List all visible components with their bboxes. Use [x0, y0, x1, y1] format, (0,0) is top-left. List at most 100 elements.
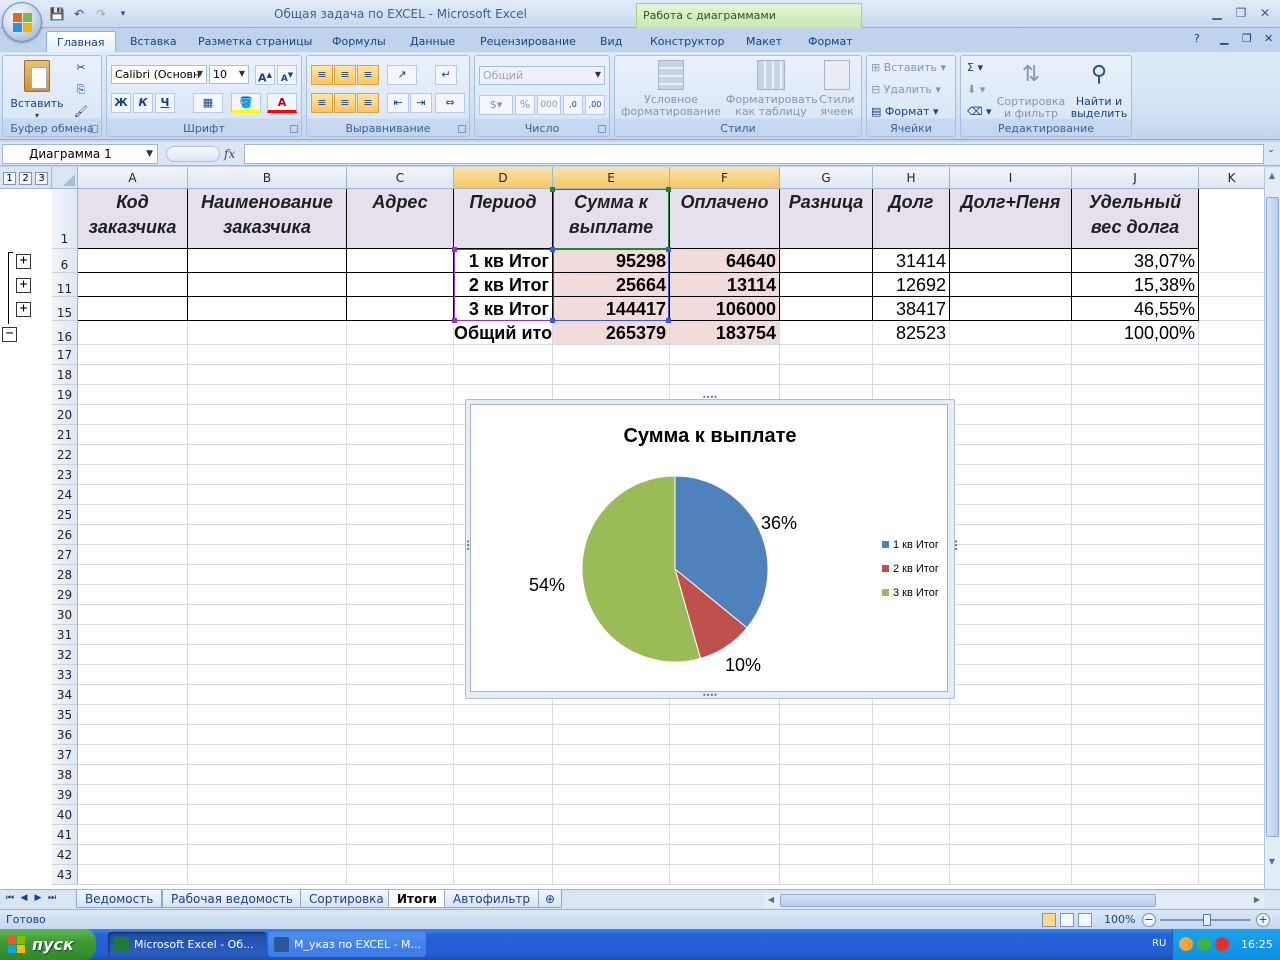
table-cell[interactable]: [1199, 765, 1265, 785]
paste-button[interactable]: Вставить ▾: [9, 60, 65, 120]
data-label-2[interactable]: 10%: [725, 655, 761, 676]
table-cell[interactable]: [347, 845, 454, 865]
table-cell[interactable]: [950, 425, 1072, 445]
row-header[interactable]: 43: [52, 865, 78, 885]
table-cell[interactable]: [188, 249, 347, 273]
table-cell[interactable]: [78, 765, 188, 785]
table-cell[interactable]: [780, 785, 873, 805]
minimize-icon[interactable]: ▁: [1206, 4, 1228, 22]
table-cell[interactable]: [78, 545, 188, 565]
table-cell[interactable]: [347, 805, 454, 825]
legend-item-2[interactable]: 2 кв Итог: [882, 563, 939, 575]
table-cell[interactable]: [347, 585, 454, 605]
sheet-tab-itogi[interactable]: Итоги: [388, 890, 446, 908]
help-icon[interactable]: ?: [1192, 30, 1202, 51]
table-cell[interactable]: [950, 585, 1072, 605]
table-cell[interactable]: [553, 725, 670, 745]
table-cell[interactable]: 31414: [873, 249, 950, 273]
table-cell[interactable]: [950, 321, 1072, 345]
table-cell[interactable]: [78, 865, 188, 885]
table-cell[interactable]: [1199, 685, 1265, 705]
chart-resize-handle[interactable]: ••••: [702, 393, 718, 402]
table-cell[interactable]: [1199, 249, 1265, 273]
range-handle[interactable]: [550, 187, 555, 192]
table-cell[interactable]: 106000: [670, 297, 780, 321]
table-cell[interactable]: 25664: [553, 273, 670, 297]
table-cell[interactable]: [78, 445, 188, 465]
table-cell[interactable]: [1072, 765, 1199, 785]
office-button[interactable]: [2, 2, 42, 42]
table-cell[interactable]: [188, 665, 347, 685]
table-cell[interactable]: [780, 345, 873, 365]
table-cell[interactable]: [78, 345, 188, 365]
row-header[interactable]: 19: [52, 385, 78, 405]
table-cell[interactable]: [188, 505, 347, 525]
row-header[interactable]: 32: [52, 645, 78, 665]
table-cell[interactable]: [670, 705, 780, 725]
table-cell[interactable]: 13114: [670, 273, 780, 297]
table-cell[interactable]: [347, 405, 454, 425]
table-cell[interactable]: [347, 665, 454, 685]
table-cell[interactable]: [454, 765, 553, 785]
insert-sheet-icon[interactable]: ⊕: [538, 890, 563, 908]
table-cell[interactable]: [950, 297, 1072, 321]
cell-styles-button[interactable]: Стили ячеек: [815, 60, 859, 118]
range-handle[interactable]: [550, 247, 555, 252]
header-cell[interactable]: Удельный вес долга: [1072, 189, 1199, 249]
table-cell[interactable]: [1199, 297, 1265, 321]
tray-arrow-icon[interactable]: [1179, 937, 1193, 951]
table-cell[interactable]: [873, 785, 950, 805]
table-cell[interactable]: [950, 845, 1072, 865]
table-cell[interactable]: [347, 705, 454, 725]
table-cell[interactable]: [873, 365, 950, 385]
table-cell[interactable]: [553, 845, 670, 865]
row-header[interactable]: 26: [52, 525, 78, 545]
expand-group-button[interactable]: +: [16, 254, 31, 269]
row-header[interactable]: 11: [52, 273, 78, 297]
table-cell[interactable]: [1072, 745, 1199, 765]
table-cell[interactable]: [1199, 321, 1265, 345]
table-cell[interactable]: 2 кв Итог: [454, 273, 553, 297]
table-cell[interactable]: [78, 605, 188, 625]
table-cell[interactable]: 95298: [553, 249, 670, 273]
range-handle[interactable]: [666, 318, 671, 323]
row-header[interactable]: 17: [52, 345, 78, 365]
table-cell[interactable]: [188, 865, 347, 885]
font-launcher-icon[interactable]: [290, 125, 298, 133]
table-cell[interactable]: [78, 745, 188, 765]
table-cell[interactable]: [188, 625, 347, 645]
row-header[interactable]: 35: [52, 705, 78, 725]
table-cell[interactable]: [780, 297, 873, 321]
wrap-text-icon[interactable]: ↵: [435, 65, 457, 85]
row-header[interactable]: 20: [52, 405, 78, 425]
sheet-tab-avtofiltr[interactable]: Автофильтр: [444, 890, 540, 908]
table-cell[interactable]: [780, 321, 873, 345]
table-cell[interactable]: [188, 545, 347, 565]
table-cell[interactable]: [1199, 605, 1265, 625]
borders-icon[interactable]: ▦: [193, 93, 223, 113]
italic-button[interactable]: К: [133, 93, 153, 113]
tab-formulas[interactable]: Формулы: [322, 31, 396, 52]
chart-resize-handle[interactable]: •••: [951, 539, 960, 550]
row-header[interactable]: 38: [52, 765, 78, 785]
fill-color-icon[interactable]: 🪣: [231, 93, 261, 113]
table-cell[interactable]: [1199, 625, 1265, 645]
table-cell[interactable]: [188, 273, 347, 297]
table-cell[interactable]: [188, 605, 347, 625]
underline-button[interactable]: Ч: [155, 93, 175, 113]
table-cell[interactable]: [1072, 445, 1199, 465]
header-cell[interactable]: Сумма к выплате: [553, 189, 670, 249]
normal-view-icon[interactable]: [1042, 913, 1056, 927]
redo-icon[interactable]: ↷: [92, 5, 110, 23]
table-cell[interactable]: [780, 865, 873, 885]
table-cell[interactable]: [1072, 425, 1199, 445]
align-right-icon[interactable]: ≡: [357, 93, 379, 113]
table-cell[interactable]: 100,00%: [1072, 321, 1199, 345]
thousands-icon[interactable]: 000: [537, 95, 561, 115]
tab-home[interactable]: Главная: [46, 31, 116, 52]
tab-data[interactable]: Данные: [400, 31, 465, 52]
collapse-group-button[interactable]: −: [2, 327, 17, 342]
row-header[interactable]: 16: [52, 321, 78, 345]
table-cell[interactable]: [950, 785, 1072, 805]
table-cell[interactable]: [1199, 425, 1265, 445]
